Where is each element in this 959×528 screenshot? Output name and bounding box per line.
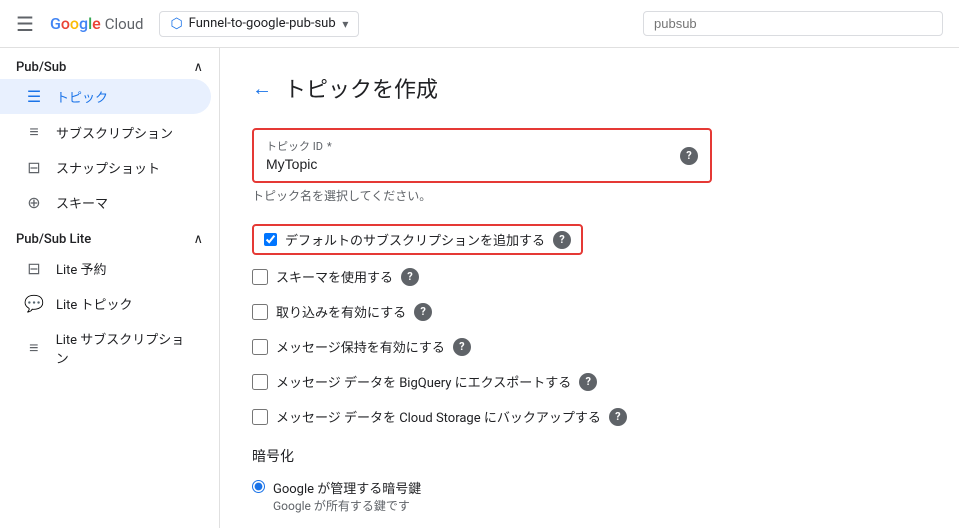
default-subscription-label: デフォルトのサブスクリプションを追加する (285, 230, 545, 249)
schema-label: スキーマを使用する (276, 267, 393, 286)
cloud-text: Cloud (105, 15, 144, 33)
topic-id-help-icon[interactable]: ? (668, 130, 710, 181)
subscriptions-icon: ≡ (24, 122, 44, 142)
schema-checkbox[interactable] (252, 269, 268, 285)
default-subscription-wrapper: デフォルトのサブスクリプションを追加する ? (252, 224, 583, 255)
back-button[interactable]: ← (252, 76, 272, 101)
pubsub-lite-section-chevron-icon[interactable]: ∧ (193, 232, 203, 247)
bigquery-export-help-icon[interactable]: ? (579, 373, 597, 391)
bigquery-export-checkbox-item: メッセージ データを BigQuery にエクスポートする ? (252, 368, 927, 395)
cloud-storage-help-icon[interactable]: ? (609, 408, 627, 426)
ingestion-checkbox-item: 取り込みを有効にする ? (252, 298, 927, 325)
cloud-storage-label: メッセージ データを Cloud Storage にバックアップする (276, 407, 601, 426)
sidebar-item-topics-label: トピック (56, 87, 108, 106)
google-cloud-logo: Google Cloud (50, 14, 144, 33)
default-subscription-group: デフォルトのサブスクリプションを追加する ? (252, 224, 927, 255)
schema-icon: ⊕ (24, 193, 44, 212)
bigquery-export-label: メッセージ データを BigQuery にエクスポートする (276, 372, 571, 391)
pubsub-section-chevron-icon[interactable]: ∧ (193, 60, 203, 75)
snapshots-icon: ⊟ (24, 158, 44, 177)
sidebar-item-lite-subscriptions[interactable]: ≡ Lite サブスクリプション (0, 321, 211, 375)
topic-id-field-group: トピック ID * ? トピック名を選択してください。 (252, 128, 927, 204)
sidebar: Pub/Sub ∧ ☰ トピック ≡ サブスクリプション ⊟ スナップショット … (0, 48, 220, 528)
topic-id-field-wrapper: トピック ID * ? (252, 128, 712, 183)
topic-id-input[interactable] (266, 156, 656, 172)
sidebar-item-topics[interactable]: ☰ トピック (0, 79, 211, 114)
default-subscription-help-icon[interactable]: ? (553, 231, 571, 249)
google-key-label: Google が管理する暗号鍵 (273, 478, 421, 497)
cloud-storage-group: メッセージ データを Cloud Storage にバックアップする ? (252, 403, 927, 430)
sidebar-item-lite-reservation[interactable]: ⊟ Lite 予約 (0, 251, 211, 286)
hamburger-icon[interactable]: ☰ (16, 12, 34, 36)
topic-id-inner: トピック ID * (254, 130, 668, 181)
bigquery-export-checkbox[interactable] (252, 374, 268, 390)
project-icon: ⬡ (170, 16, 182, 32)
sidebar-item-snapshots-label: スナップショット (56, 158, 160, 177)
google-key-sub: Google が所有する鍵です (273, 497, 421, 514)
sidebar-item-lite-subscriptions-label: Lite サブスクリプション (56, 329, 195, 367)
sidebar-item-subscriptions[interactable]: ≡ サブスクリプション (0, 114, 211, 150)
lite-reservation-icon: ⊟ (24, 259, 44, 278)
lite-topics-icon: 💬 (24, 294, 44, 313)
message-retention-label: メッセージ保持を有効にする (276, 337, 445, 356)
page-title: トピックを作成 (284, 72, 438, 104)
schema-help-icon[interactable]: ? (401, 268, 419, 286)
search-bar[interactable] (643, 11, 943, 36)
pubsub-lite-section-label: Pub/Sub Lite (16, 232, 91, 247)
google-key-label-group: Google が管理する暗号鍵 Google が所有する鍵です (273, 478, 421, 514)
topic-id-label: トピック ID * (266, 138, 656, 154)
sidebar-item-lite-reservation-label: Lite 予約 (56, 259, 107, 278)
google-key-radio[interactable] (252, 480, 265, 493)
message-retention-help-icon[interactable]: ? (453, 338, 471, 356)
pubsub-section-label: Pub/Sub (16, 60, 66, 75)
sidebar-item-subscriptions-label: サブスクリプション (56, 123, 173, 142)
message-retention-checkbox-item: メッセージ保持を有効にする ? (252, 333, 927, 360)
sidebar-item-lite-topics[interactable]: 💬 Lite トピック (0, 286, 211, 321)
cloud-storage-checkbox-item: メッセージ データを Cloud Storage にバックアップする ? (252, 403, 927, 430)
create-topic-form: トピック ID * ? トピック名を選択してください。 (252, 128, 927, 528)
pubsub-section-header: Pub/Sub ∧ (0, 48, 219, 79)
page-header: ← トピックを作成 (252, 72, 927, 104)
project-selector[interactable]: ⬡ Funnel-to-google-pub-sub ▾ (159, 11, 359, 37)
project-chevron-icon: ▾ (342, 17, 348, 31)
search-input[interactable] (654, 16, 932, 31)
ingestion-label: 取り込みを有効にする (276, 302, 406, 321)
ingestion-checkbox[interactable] (252, 304, 268, 320)
topic-id-hint: トピック名を選択してください。 (252, 187, 927, 204)
encryption-section-label: 暗号化 (252, 446, 927, 466)
google-key-radio-item: Google が管理する暗号鍵 Google が所有する鍵です (252, 474, 927, 518)
bigquery-export-group: メッセージ データを BigQuery にエクスポートする ? (252, 368, 927, 395)
cloud-storage-checkbox[interactable] (252, 409, 268, 425)
message-retention-group: メッセージ保持を有効にする ? (252, 333, 927, 360)
ingestion-help-icon[interactable]: ? (414, 303, 432, 321)
message-retention-checkbox[interactable] (252, 339, 268, 355)
main-content: ← トピックを作成 トピック ID * (220, 48, 959, 528)
sidebar-item-snapshots[interactable]: ⊟ スナップショット (0, 150, 211, 185)
cloud-kms-radio-group: Cloud KMS 鍵 顧客が所有する鍵です (252, 522, 927, 528)
project-name: Funnel-to-google-pub-sub (189, 16, 336, 31)
schema-group: スキーマを使用する ? (252, 263, 927, 290)
ingestion-group: 取り込みを有効にする ? (252, 298, 927, 325)
schema-checkbox-item: スキーマを使用する ? (252, 263, 927, 290)
cloud-kms-radio-item: Cloud KMS 鍵 顧客が所有する鍵です (252, 522, 927, 528)
default-subscription-checkbox[interactable] (264, 233, 277, 246)
google-key-radio-group: Google が管理する暗号鍵 Google が所有する鍵です (252, 474, 927, 518)
topics-icon: ☰ (24, 87, 44, 106)
lite-subscriptions-icon: ≡ (24, 338, 44, 358)
sidebar-item-lite-topics-label: Lite トピック (56, 294, 133, 313)
pubsub-lite-section-header: Pub/Sub Lite ∧ (0, 220, 219, 251)
sidebar-item-schema-label: スキーマ (56, 193, 108, 212)
sidebar-item-schema[interactable]: ⊕ スキーマ (0, 185, 211, 220)
